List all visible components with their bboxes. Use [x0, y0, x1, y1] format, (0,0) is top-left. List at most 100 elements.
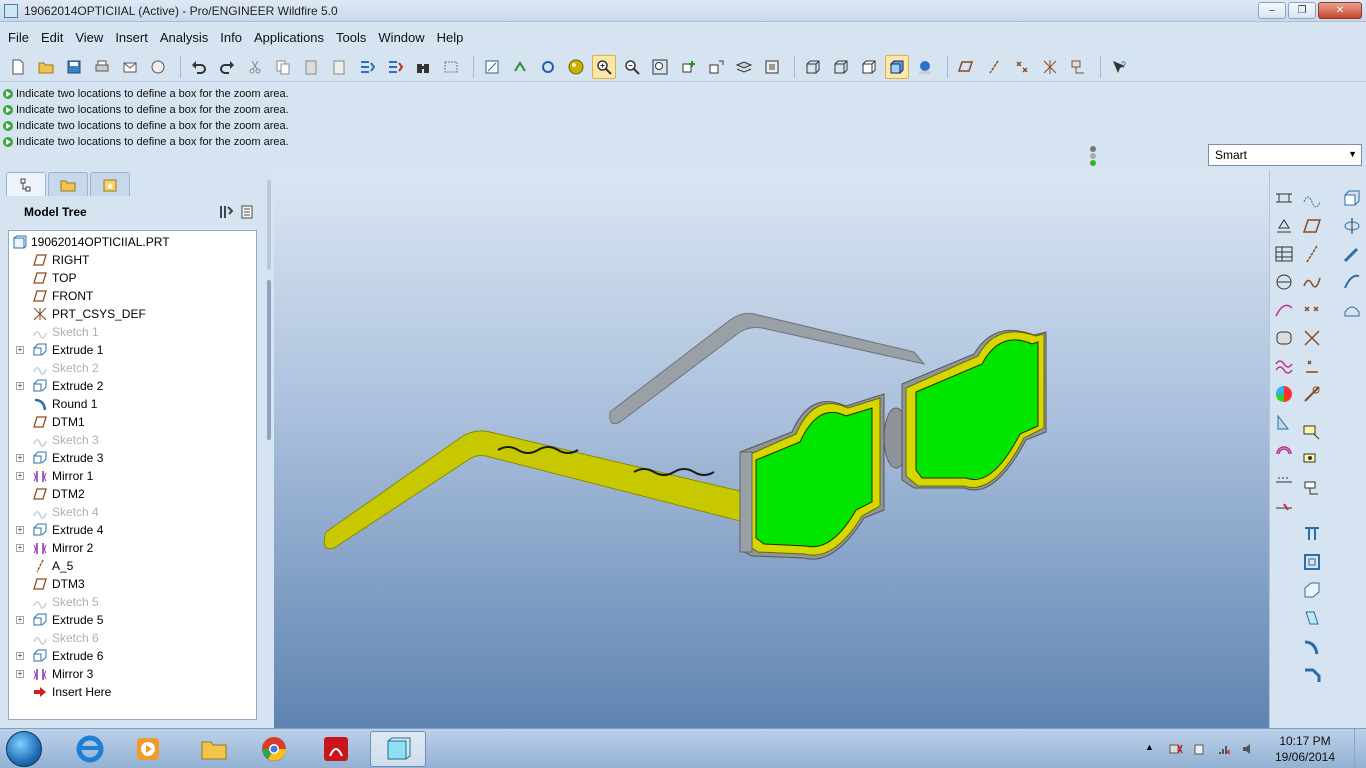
expand-toggle-icon[interactable]: +: [16, 616, 24, 624]
reorient-button[interactable]: [676, 55, 700, 79]
open-button[interactable]: [34, 55, 58, 79]
cut-button[interactable]: [243, 55, 267, 79]
tree-item[interactable]: DTM2: [9, 485, 256, 503]
tree-item[interactable]: + Extrude 5: [9, 611, 256, 629]
sketch-tool-icon[interactable]: [1302, 188, 1322, 208]
tree-item[interactable]: PRT_CSYS_DEF: [9, 305, 256, 323]
signal-icon[interactable]: [1217, 742, 1231, 756]
send-link-button[interactable]: [146, 55, 170, 79]
context-help-button[interactable]: ?: [1107, 55, 1131, 79]
menu-insert[interactable]: Insert: [109, 28, 154, 48]
menu-help[interactable]: Help: [431, 28, 470, 48]
saved-views-button[interactable]: [704, 55, 728, 79]
expand-toggle-icon[interactable]: +: [16, 544, 24, 552]
menu-file[interactable]: File: [2, 28, 35, 48]
tab-model-tree[interactable]: [6, 172, 46, 196]
tree-item[interactable]: + Mirror 2: [9, 539, 256, 557]
save-button[interactable]: [62, 55, 86, 79]
graph-icon[interactable]: [1274, 468, 1294, 488]
table-icon[interactable]: [1274, 244, 1294, 264]
wireframe-button[interactable]: [801, 55, 825, 79]
tree-item[interactable]: Sketch 5: [9, 593, 256, 611]
plane-tool-icon[interactable]: [1302, 216, 1322, 236]
menu-edit[interactable]: Edit: [35, 28, 69, 48]
tab-folder-browser[interactable]: [48, 172, 88, 196]
paste-button[interactable]: [299, 55, 323, 79]
section-icon[interactable]: [1274, 496, 1294, 516]
shading-button[interactable]: [885, 54, 909, 79]
panel-splitter[interactable]: [265, 180, 273, 440]
network-icon[interactable]: [1169, 742, 1183, 756]
extrude-tool-icon[interactable]: [1342, 188, 1362, 208]
datum-planes-toggle[interactable]: [954, 55, 978, 79]
send-mail-button[interactable]: [118, 55, 142, 79]
datum-plane-tool-icon[interactable]: [1274, 216, 1294, 236]
volume-icon[interactable]: [1241, 742, 1255, 756]
tree-item[interactable]: Round 1: [9, 395, 256, 413]
graphics-viewport[interactable]: [274, 170, 1269, 728]
shell-tool-icon[interactable]: [1302, 552, 1322, 572]
draft-check-icon[interactable]: [1274, 412, 1294, 432]
color-analysis-icon[interactable]: [1274, 384, 1294, 404]
sketch-settings-icon[interactable]: [1302, 450, 1322, 470]
expand-toggle-icon[interactable]: +: [16, 472, 24, 480]
minimize-button[interactable]: –: [1258, 2, 1286, 19]
no-hidden-button[interactable]: [857, 55, 881, 79]
curve-tool-icon[interactable]: [1302, 272, 1322, 292]
tree-root-item[interactable]: 19062014OPTICIIAL.PRT: [9, 233, 256, 251]
layers-button[interactable]: [732, 55, 756, 79]
show-options-icon[interactable]: [240, 204, 256, 220]
tree-item[interactable]: Sketch 4: [9, 503, 256, 521]
clock[interactable]: 10:17 PM 19/06/2014: [1260, 733, 1350, 765]
zoom-in-button[interactable]: [592, 54, 616, 79]
tree-item[interactable]: + Extrude 6: [9, 647, 256, 665]
menu-applications[interactable]: Applications: [248, 28, 330, 48]
proe-task[interactable]: [370, 731, 426, 767]
tree-item[interactable]: Sketch 1: [9, 323, 256, 341]
measure-icon[interactable]: [1274, 272, 1294, 292]
menu-tools[interactable]: Tools: [330, 28, 372, 48]
rib-tool-icon[interactable]: [1302, 580, 1322, 600]
refit-button[interactable]: [648, 55, 672, 79]
tree-item[interactable]: TOP: [9, 269, 256, 287]
chrome-task[interactable]: [246, 731, 302, 767]
power-icon[interactable]: [1193, 742, 1207, 756]
blend-tool-icon[interactable]: [1342, 272, 1362, 292]
datum-points-toggle[interactable]: [1010, 55, 1034, 79]
close-button[interactable]: ✕: [1318, 2, 1362, 19]
start-button[interactable]: [6, 731, 42, 767]
annotation-tool-icon[interactable]: [1302, 478, 1322, 498]
chamfer-tool-icon[interactable]: [1302, 664, 1322, 684]
selection-filter-dropdown[interactable]: Smart ▼: [1208, 144, 1362, 166]
point-tool-icon[interactable]: [1302, 300, 1322, 320]
sketch-region-icon[interactable]: [1302, 422, 1322, 442]
tree-item[interactable]: RIGHT: [9, 251, 256, 269]
hidden-line-button[interactable]: [829, 55, 853, 79]
zoom-out-button[interactable]: [620, 55, 644, 79]
regenerate-button[interactable]: [355, 55, 379, 79]
select-box-button[interactable]: [439, 55, 463, 79]
menu-view[interactable]: View: [69, 28, 109, 48]
new-file-button[interactable]: [6, 55, 30, 79]
print-button[interactable]: [90, 55, 114, 79]
analysis-feature-icon[interactable]: [1302, 384, 1322, 404]
maximize-button[interactable]: ❐: [1288, 2, 1316, 19]
orient-mode-button[interactable]: [536, 55, 560, 79]
tree-item[interactable]: + Mirror 3: [9, 665, 256, 683]
tree-item[interactable]: + Extrude 4: [9, 521, 256, 539]
tree-item[interactable]: DTM1: [9, 413, 256, 431]
menu-analysis[interactable]: Analysis: [154, 28, 214, 48]
datum-axes-toggle[interactable]: [982, 55, 1006, 79]
acrobat-task[interactable]: [308, 731, 364, 767]
tree-item[interactable]: Insert Here: [9, 683, 256, 701]
internet-explorer-task[interactable]: [62, 731, 118, 767]
menu-window[interactable]: Window: [372, 28, 430, 48]
tree-item[interactable]: + Extrude 3: [9, 449, 256, 467]
expand-toggle-icon[interactable]: +: [16, 382, 24, 390]
menu-info[interactable]: Info: [214, 28, 248, 48]
media-player-task[interactable]: [120, 731, 176, 767]
tray-expand-icon[interactable]: ▲: [1145, 742, 1159, 756]
offset-point-icon[interactable]: [1302, 356, 1322, 376]
tree-item[interactable]: FRONT: [9, 287, 256, 305]
curvature-icon[interactable]: [1274, 356, 1294, 376]
